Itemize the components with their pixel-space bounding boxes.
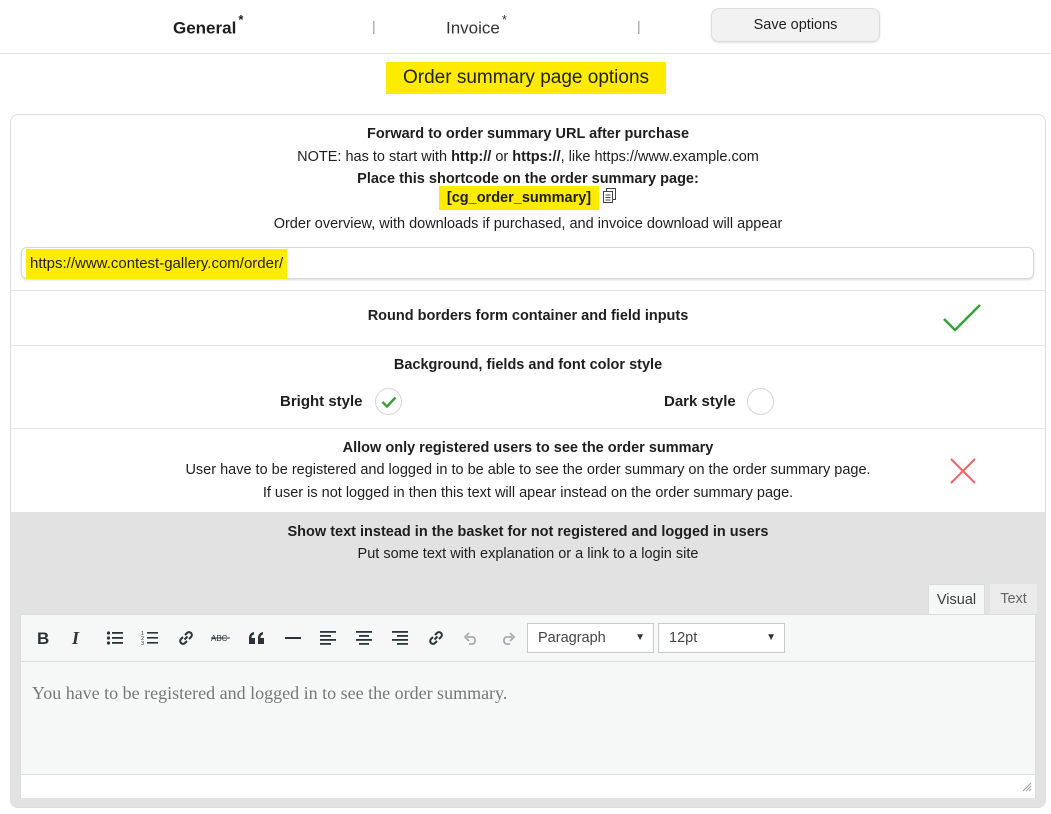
align-center-icon[interactable] <box>352 626 376 650</box>
page-title: Order summary page options <box>386 62 666 94</box>
note-or: or <box>491 149 513 165</box>
basket-text-heading: Show text instead in the basket for not … <box>287 524 769 540</box>
chevron-down-icon: ▼ <box>766 632 776 643</box>
round-borders-label: Round borders form container and field i… <box>367 308 689 324</box>
tab-invoice-asterisk: * <box>501 12 507 27</box>
shortcode-text: [cg_order_summary] <box>438 186 600 210</box>
basket-text-sub: Put some text with explanation or a link… <box>357 546 699 562</box>
dark-style-label: Dark style <box>664 393 736 410</box>
text-editor: B I 123 ABC Paragraph ▼ 12pt ▼ You have … <box>20 614 1036 798</box>
align-right-icon[interactable] <box>388 626 412 650</box>
format-select-value: Paragraph <box>538 630 606 646</box>
save-options-button[interactable]: Save options <box>711 8 880 42</box>
editor-toolbar: B I 123 ABC Paragraph ▼ 12pt ▼ <box>21 615 1035 662</box>
style-heading: Background, fields and font color style <box>393 357 663 373</box>
round-borders-checkbox-check-icon[interactable] <box>941 302 983 338</box>
shortcode-row: [cg_order_summary] <box>11 186 1045 210</box>
overview-text: Order overview, with downloads if purcha… <box>273 216 783 232</box>
tab-invoice-label: Invoice <box>446 18 500 38</box>
undo-icon[interactable] <box>460 626 484 650</box>
order-summary-url-input[interactable]: https://www.contest-gallery.com/order/ <box>21 247 1034 279</box>
note-label: NOTE: <box>297 149 342 165</box>
editor-tab-visual[interactable]: Visual <box>928 584 985 614</box>
svg-text:3: 3 <box>141 641 144 646</box>
dark-style-radio[interactable] <box>747 388 774 415</box>
tab-separator: | <box>637 18 641 34</box>
tab-separator: | <box>372 18 376 34</box>
top-tabs-bar: General * | Invoice * | Save options <box>0 0 1051 54</box>
shortcode-heading: Place this shortcode on the order summar… <box>357 171 699 187</box>
check-icon <box>381 396 396 408</box>
forward-note: NOTE: has to start with http:// or https… <box>11 149 1045 165</box>
tab-general-asterisk: * <box>238 12 244 27</box>
bullet-list-icon[interactable] <box>103 626 127 650</box>
note-text: has to start with <box>341 149 452 165</box>
font-size-select-value: 12pt <box>669 630 698 646</box>
svg-text:B: B <box>37 630 49 646</box>
registered-line1: User have to be registered and logged in… <box>185 462 871 478</box>
options-container: Forward to order summary URL after purch… <box>10 114 1046 808</box>
forward-heading: Forward to order summary URL after purch… <box>366 126 690 142</box>
note-example: , like https://www.example.com <box>560 149 759 165</box>
color-style-section: Background, fields and font color style … <box>11 345 1045 429</box>
horizontal-rule-icon[interactable] <box>281 626 305 650</box>
link-icon[interactable] <box>174 626 198 650</box>
format-select[interactable]: Paragraph ▼ <box>527 623 654 653</box>
basket-text-section: Show text instead in the basket for not … <box>11 512 1045 807</box>
editor-tab-text[interactable]: Text <box>990 584 1037 614</box>
registered-heading: Allow only registered users to see the o… <box>342 440 714 456</box>
svg-text:I: I <box>71 630 80 646</box>
round-borders-section: Round borders form container and field i… <box>11 290 1045 346</box>
forward-url-section: Forward to order summary URL after purch… <box>11 115 1045 291</box>
tab-general[interactable]: General * <box>173 12 244 39</box>
blockquote-icon[interactable] <box>245 626 269 650</box>
registered-line2: If user is not logged in then this text … <box>262 485 794 501</box>
italic-icon[interactable]: I <box>65 626 89 650</box>
copy-icon[interactable] <box>603 188 617 208</box>
tab-general-label: General <box>173 18 237 38</box>
redo-icon[interactable] <box>495 626 519 650</box>
url-value: https://www.contest-gallery.com/order/ <box>26 249 288 279</box>
note-http: http:// <box>451 149 492 165</box>
align-left-icon[interactable] <box>316 626 340 650</box>
numbered-list-icon[interactable]: 123 <box>138 626 162 650</box>
font-size-select[interactable]: 12pt ▼ <box>658 623 785 653</box>
unlink-icon[interactable] <box>424 626 448 650</box>
bright-style-radio[interactable] <box>375 388 402 415</box>
strikethrough-icon[interactable]: ABC <box>209 626 233 650</box>
editor-content-text: You have to be registered and logged in … <box>32 683 508 703</box>
resize-handle-icon[interactable] <box>1022 780 1032 796</box>
registered-users-section: Allow only registered users to see the o… <box>11 428 1045 512</box>
bold-icon[interactable]: B <box>31 626 55 650</box>
tab-invoice[interactable]: Invoice * <box>446 12 507 39</box>
bright-style-label: Bright style <box>280 393 363 410</box>
registered-checkbox-cross-icon[interactable] <box>949 457 977 489</box>
note-https: https:// <box>512 149 561 165</box>
editor-status-bar <box>21 774 1035 798</box>
chevron-down-icon: ▼ <box>635 632 645 643</box>
editor-content-area[interactable]: You have to be registered and logged in … <box>21 661 1035 774</box>
